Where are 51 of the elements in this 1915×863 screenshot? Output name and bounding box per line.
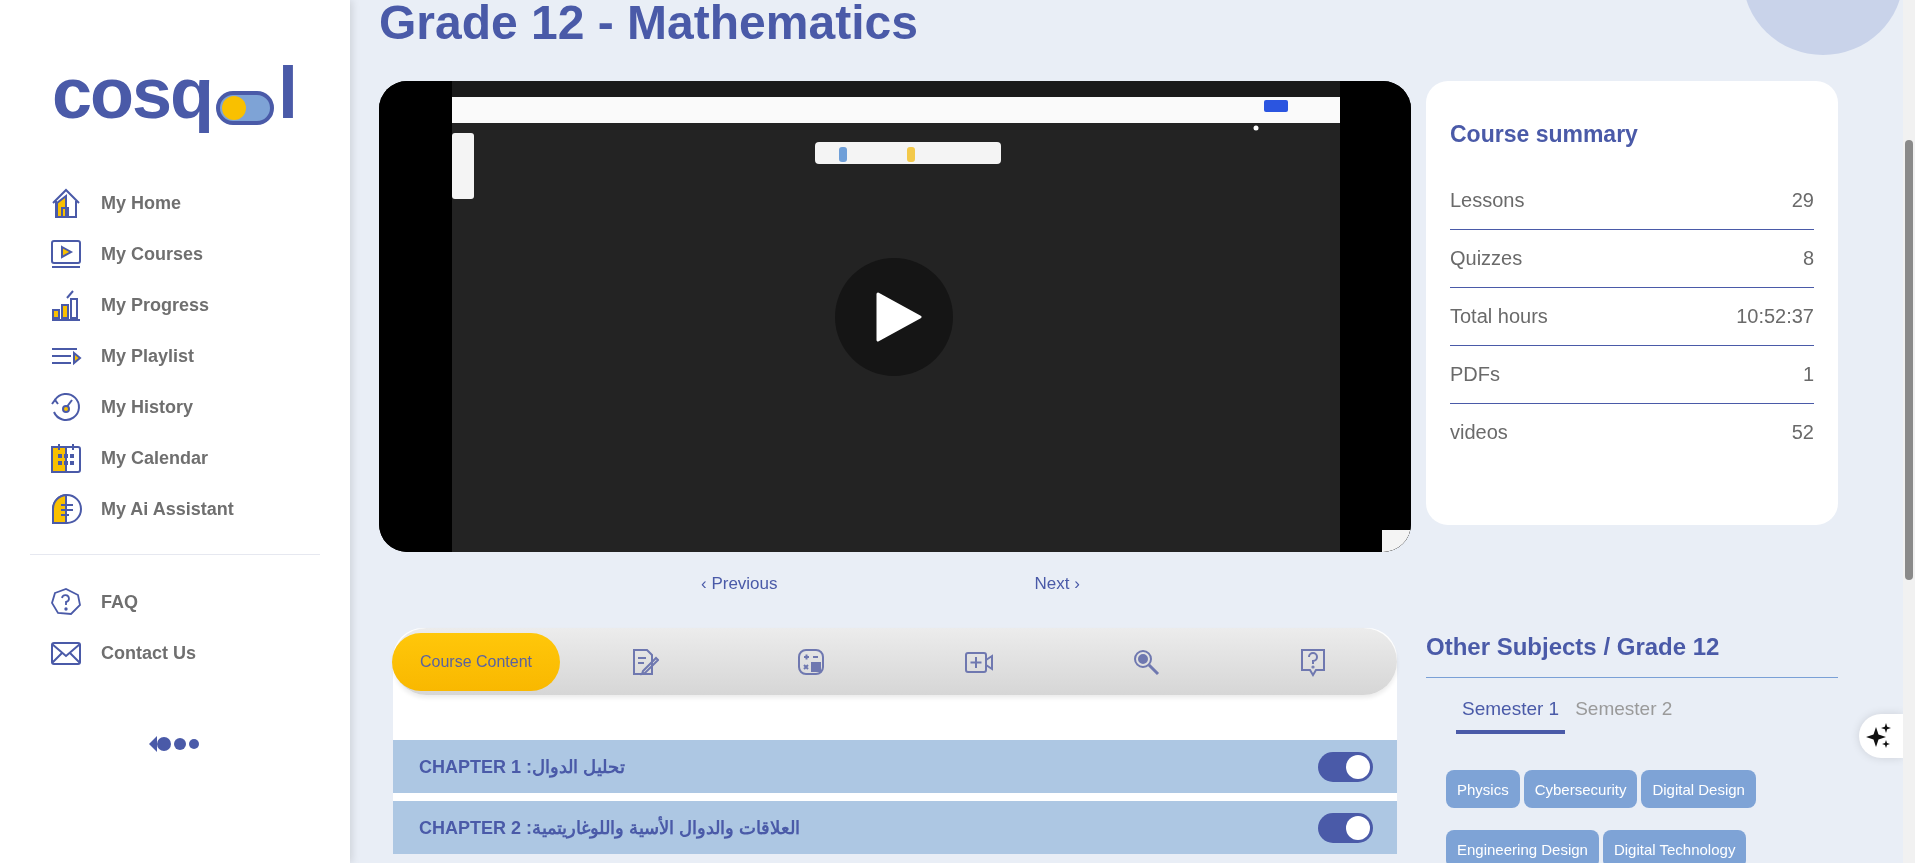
semester-tab[interactable]: Semester 1 bbox=[1456, 694, 1566, 734]
sparkle-icon bbox=[1866, 723, 1892, 749]
summary-value: 8 bbox=[1802, 247, 1814, 270]
nav-item[interactable]: My Progress bbox=[49, 288, 350, 322]
chapter-title: CHAPTER 2 :العلاقات والدوال الأسية واللوغاريتمية bbox=[419, 816, 801, 839]
nav-item[interactable]: My History bbox=[49, 390, 350, 424]
chapter-row[interactable]: CHAPTER 1 :تحليل الدوال bbox=[393, 740, 1397, 793]
nav-item[interactable]: My Calendar bbox=[49, 441, 350, 475]
chapter-title: CHAPTER 1 :تحليل الدوال bbox=[419, 755, 626, 778]
section-title: Other Subjects / Grade 12 bbox=[1426, 633, 1721, 661]
clock-icon bbox=[49, 390, 83, 424]
nav-item[interactable]: FAQ bbox=[49, 585, 350, 619]
subject-chip[interactable]: Engineering Design bbox=[1446, 830, 1599, 863]
toggle-switch[interactable] bbox=[1318, 751, 1373, 782]
nav-item[interactable]: My Playlist bbox=[49, 339, 350, 373]
calendar-icon bbox=[49, 441, 83, 475]
course-content-tab[interactable]: Course Content bbox=[392, 632, 560, 691]
summary-value: 29 bbox=[1791, 189, 1814, 212]
bar-chart-icon bbox=[49, 288, 83, 322]
ai-button[interactable] bbox=[1859, 714, 1903, 758]
summary-value: 52 bbox=[1791, 421, 1814, 444]
play-screen-icon bbox=[49, 237, 83, 271]
logo-text: cosq bbox=[51, 52, 213, 135]
summary-value: 1 bbox=[1802, 363, 1814, 386]
play-icon bbox=[876, 292, 922, 342]
subject-chip[interactable]: Physics bbox=[1446, 770, 1520, 808]
summary-label: videos bbox=[1450, 421, 1508, 444]
subject-chip[interactable]: Cybersecurity bbox=[1523, 770, 1638, 808]
page-title: Grade 12 - Mathematics bbox=[379, 0, 918, 44]
subject-chip[interactable]: Digital Technology bbox=[1602, 830, 1747, 863]
summary-label: Quizzes bbox=[1450, 247, 1523, 270]
toggle-logo-icon bbox=[216, 91, 274, 125]
logo-text: l bbox=[278, 52, 298, 135]
nav-item[interactable]: My Ai Assistant bbox=[49, 492, 350, 526]
summary-label: Total hours bbox=[1450, 305, 1548, 328]
nav-item[interactable]: Contact Us bbox=[49, 636, 350, 670]
card-title: Course summary bbox=[1450, 121, 1639, 148]
next-link[interactable]: Next › bbox=[1034, 574, 1080, 594]
nav-item[interactable]: My Home bbox=[49, 186, 350, 220]
previous-link[interactable]: ‹ Previous bbox=[701, 574, 778, 594]
summary-value: 10:52:37 bbox=[1736, 305, 1814, 328]
nav-item[interactable]: My Courses bbox=[49, 237, 350, 271]
scrollbar[interactable] bbox=[1903, 0, 1915, 863]
chapter-row[interactable]: CHAPTER 2 :العلاقات والدوال الأسية واللوغاريتمية bbox=[393, 801, 1397, 854]
collapse-icon[interactable] bbox=[149, 734, 201, 754]
summary-label: PDFs bbox=[1450, 363, 1500, 386]
chat-bubble-icon bbox=[49, 492, 83, 526]
calculator-icon bbox=[796, 646, 827, 677]
summary-label: Lessons bbox=[1450, 189, 1525, 212]
subject-chip[interactable]: Digital Design bbox=[1641, 770, 1756, 808]
toggle-switch[interactable] bbox=[1318, 812, 1373, 843]
